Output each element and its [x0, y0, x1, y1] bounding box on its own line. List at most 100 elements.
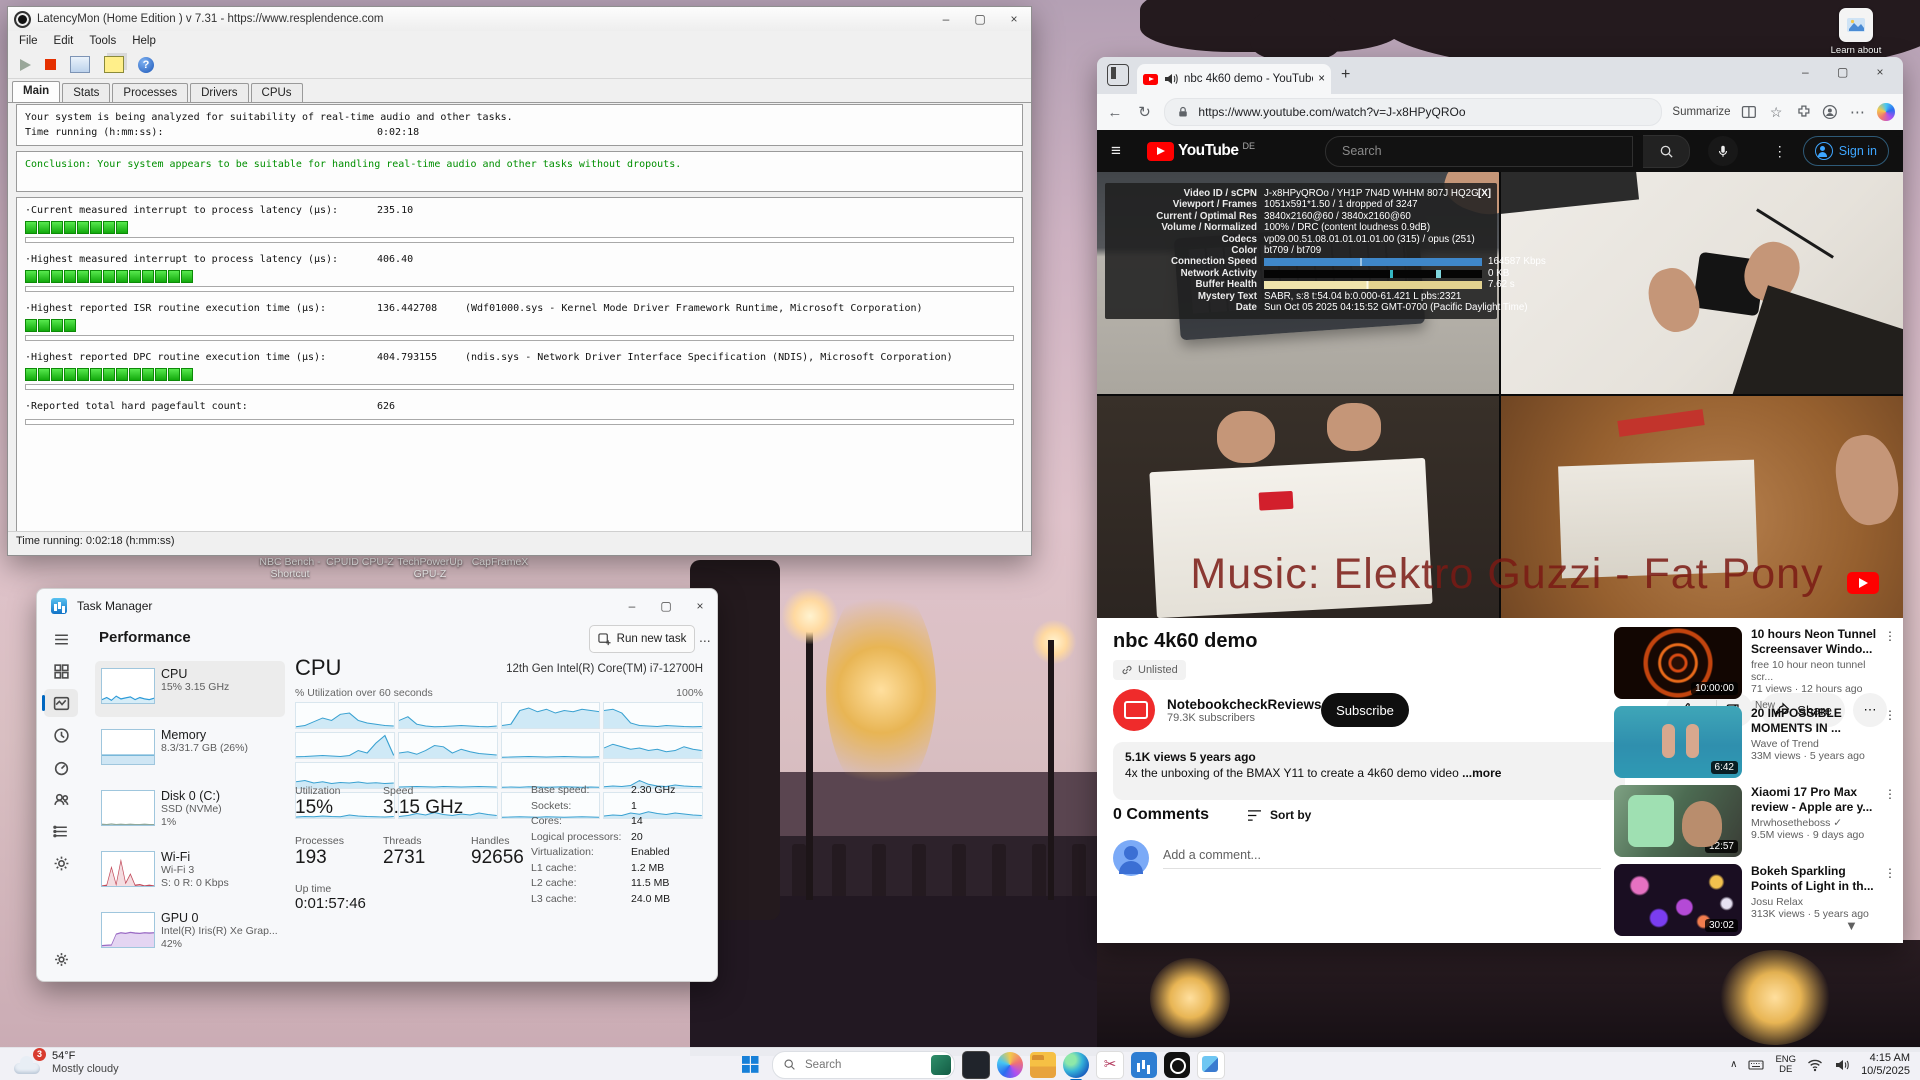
video-thumbnail[interactable]: 30:02 — [1614, 864, 1742, 936]
start-button[interactable] — [735, 1050, 765, 1080]
sidebar-item-users[interactable] — [44, 785, 78, 813]
new-tab-button[interactable]: + — [1341, 66, 1350, 84]
sidebar-item-app-history[interactable] — [44, 721, 78, 749]
spotlight-picture-icon[interactable] — [1839, 8, 1873, 42]
minimize-button[interactable]: – — [929, 8, 963, 30]
card-kebab-icon[interactable]: ⋮ — [1884, 787, 1896, 801]
extensions-puzzle-icon[interactable] — [1796, 104, 1812, 120]
maximize-button[interactable]: ▢ — [649, 595, 683, 617]
taskbar-search-box[interactable] — [772, 1051, 955, 1079]
favorites-star-icon[interactable]: ☆ — [1766, 104, 1786, 121]
menu-file[interactable]: File — [12, 33, 45, 49]
list-item-wifi[interactable]: Wi-Fi Wi-Fi 3 S: 0 R: 0 Kbps — [95, 844, 285, 900]
description-box[interactable]: 5.1K views 5 years ago 4x the unboxing o… — [1113, 742, 1625, 800]
run-new-task-button[interactable]: Run new task — [589, 625, 695, 653]
copilot-icon[interactable] — [997, 1052, 1023, 1078]
close-button[interactable]: × — [1863, 61, 1897, 83]
photos-app-icon[interactable] — [1197, 1051, 1225, 1079]
snipping-tool-icon[interactable]: ✂ — [1096, 1051, 1124, 1079]
stats-close-button[interactable]: [X] — [1478, 188, 1491, 199]
youtube-watermark-logo[interactable] — [1847, 572, 1879, 594]
video-thumbnail[interactable]: 10:00:00 — [1614, 627, 1742, 699]
browser-tab-active[interactable]: nbc 4k60 demo - YouTube × — [1137, 64, 1331, 94]
touch-keyboard-icon[interactable] — [1748, 1057, 1764, 1073]
list-item-disk[interactable]: Disk 0 (C:) SSD (NVMe) 1% — [95, 783, 285, 839]
search-input[interactable] — [803, 1058, 899, 1072]
suggested-video-card[interactable]: 6:42 20 IMPOSSIBLE MOMENTS IN ... Wave o… — [1614, 706, 1896, 780]
maximize-button[interactable]: ▢ — [963, 8, 997, 30]
tab-main[interactable]: Main — [12, 81, 60, 102]
browser-menu-kebab-icon[interactable]: ⋯ — [1848, 103, 1868, 121]
list-item-gpu[interactable]: GPU 0 Intel(R) Iris(R) Xe Grap... 42% — [95, 905, 285, 961]
more-link[interactable]: ...more — [1462, 766, 1501, 780]
start-monitor-icon[interactable] — [20, 59, 31, 71]
sidebar-item-details[interactable] — [44, 817, 78, 845]
stop-monitor-icon[interactable] — [45, 59, 56, 70]
video-thumbnail[interactable]: 12:57 — [1614, 785, 1742, 857]
tab-cpus[interactable]: CPUs — [251, 83, 303, 102]
tab-search-icon[interactable] — [1107, 64, 1129, 86]
channel-name[interactable]: NotebookcheckReviews — [1167, 697, 1317, 712]
report-icon[interactable] — [104, 56, 124, 73]
scroll-down-chevron-icon[interactable]: ▼ — [1845, 918, 1858, 933]
minimize-button[interactable]: – — [1788, 61, 1822, 83]
youtube-search-input[interactable] — [1325, 136, 1633, 167]
video-thumbnail[interactable]: 6:42 — [1614, 706, 1742, 778]
split-screen-icon[interactable] — [1741, 104, 1757, 120]
summarize-button[interactable]: Summarize — [1672, 106, 1730, 118]
list-item-cpu[interactable]: CPU 15% 3.15 GHz — [95, 661, 285, 717]
sidebar-item-performance[interactable] — [44, 689, 78, 717]
back-icon[interactable]: ← — [1105, 104, 1125, 121]
settings-gear-icon[interactable] — [44, 945, 78, 973]
dark-circle-app-icon[interactable] — [1164, 1052, 1190, 1078]
subscribe-button[interactable]: Subscribe — [1321, 693, 1409, 727]
sort-by-button[interactable]: Sort by — [1247, 808, 1311, 822]
sign-in-button[interactable]: Sign in — [1803, 136, 1889, 166]
voice-search-mic-icon[interactable] — [1708, 136, 1738, 166]
address-bar[interactable] — [1164, 98, 1662, 126]
sidebar-item-services[interactable] — [44, 849, 78, 877]
menu-help[interactable]: Help — [125, 33, 163, 49]
media-player-icon[interactable] — [1131, 1052, 1157, 1078]
file-explorer-icon[interactable] — [1030, 1052, 1056, 1078]
task-manager-titlebar[interactable]: Task Manager – ▢ × — [37, 589, 717, 623]
stats-for-nerds-panel[interactable]: [X] Video ID / sCPNJ-x8HPyQROo / YH1P 7N… — [1105, 183, 1497, 319]
copilot-orb-icon[interactable] — [1877, 103, 1895, 121]
language-indicator[interactable]: ENG DE — [1775, 1055, 1796, 1075]
menu-edit[interactable]: Edit — [47, 33, 81, 49]
latencymon-titlebar[interactable]: LatencyMon (Home Edition ) v 7.31 - http… — [8, 7, 1031, 31]
profile-avatar-icon[interactable] — [1822, 104, 1838, 120]
speaker-icon[interactable] — [1834, 1057, 1850, 1073]
video-player[interactable]: [X] Video ID / sCPNJ-x8HPyQROo / YH1P 7N… — [1097, 172, 1903, 618]
more-options-icon[interactable]: ... — [699, 629, 711, 645]
youtube-hamburger-icon[interactable]: ≡ — [1111, 141, 1137, 161]
close-button[interactable]: × — [683, 595, 717, 617]
hamburger-menu-icon[interactable] — [44, 625, 78, 653]
menu-tools[interactable]: Tools — [82, 33, 123, 49]
suggested-video-card[interactable]: 12:57 Xiaomi 17 Pro Max review - Apple a… — [1614, 785, 1896, 859]
hidden-icons-chevron[interactable]: ∧ — [1730, 1059, 1737, 1070]
wifi-icon[interactable] — [1807, 1057, 1823, 1073]
tab-processes[interactable]: Processes — [112, 83, 188, 102]
task-view-icon[interactable] — [962, 1051, 990, 1079]
sidebar-item-processes[interactable] — [44, 657, 78, 685]
channel-avatar[interactable] — [1113, 689, 1155, 731]
sidebar-item-startup-apps[interactable] — [44, 753, 78, 781]
analyze-icon[interactable] — [70, 56, 90, 73]
tab-drivers[interactable]: Drivers — [190, 83, 248, 102]
card-kebab-icon[interactable]: ⋮ — [1884, 866, 1896, 880]
url-input[interactable] — [1196, 104, 1649, 120]
help-icon[interactable]: ? — [138, 57, 154, 73]
tab-stats[interactable]: Stats — [62, 83, 110, 102]
edge-browser-icon[interactable] — [1063, 1052, 1089, 1078]
search-icon[interactable] — [1643, 135, 1690, 168]
maximize-button[interactable]: ▢ — [1826, 61, 1860, 83]
close-button[interactable]: × — [997, 8, 1031, 30]
youtube-kebab-icon[interactable]: ⋮ — [1773, 143, 1787, 160]
refresh-icon[interactable]: ↻ — [1135, 103, 1155, 121]
list-item-memory[interactable]: Memory 8.3/31.7 GB (26%) — [95, 722, 285, 778]
card-kebab-icon[interactable]: ⋮ — [1884, 708, 1896, 722]
weather-widget[interactable]: 3 54°F Mostly cloudy — [14, 1050, 119, 1076]
add-comment-input[interactable]: Add a comment... — [1163, 848, 1601, 869]
tab-close-icon[interactable]: × — [1318, 73, 1325, 85]
